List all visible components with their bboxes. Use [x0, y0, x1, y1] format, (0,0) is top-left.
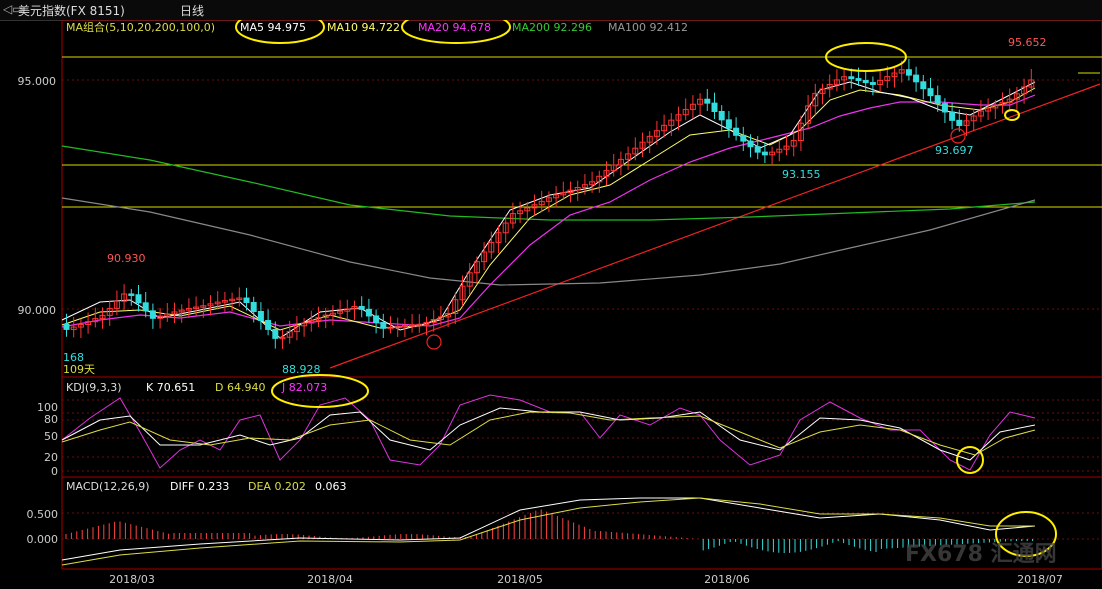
kdj-tick-50: 50 — [44, 430, 58, 443]
trend-line — [329, 83, 1101, 369]
candle-body — [718, 110, 725, 121]
kdj-k-value: K 70.651 — [146, 381, 195, 394]
candle-body — [250, 302, 257, 312]
candle-body — [380, 322, 387, 329]
candle-body — [956, 119, 963, 126]
title-bar: ◁▭ 美元指数(FX 8151) 日线 — [0, 0, 1102, 21]
candle-body — [941, 103, 948, 113]
macd-value: 0.063 — [315, 480, 347, 493]
main-panel-frame — [61, 20, 1102, 378]
kdj-tick-20: 20 — [44, 451, 58, 464]
ma10-value: MA10 94.722 — [327, 21, 400, 34]
instrument-title: 美元指数(FX 8151) — [18, 4, 125, 18]
candle-body — [905, 69, 912, 76]
price-chart: MA组合(5,10,20,200,100,0) MA5 94.975 MA10 … — [18, 20, 1102, 586]
candle-body — [869, 82, 876, 85]
x-label-jul: 2018/07 — [1017, 573, 1063, 586]
ma100-value: MA100 92.412 — [608, 21, 688, 34]
candle-body — [257, 310, 264, 321]
candle-body — [855, 78, 862, 81]
macd-diff-line — [61, 497, 1036, 561]
ma200-value: MA200 92.296 — [512, 21, 592, 34]
candle-body — [149, 310, 156, 319]
x-label-jun: 2018/06 — [704, 573, 750, 586]
candle-body — [949, 111, 956, 121]
macd-dea-value: DEA 0.202 — [248, 480, 306, 493]
candle-body — [142, 302, 149, 312]
y-tick-90: 90.000 — [18, 304, 57, 317]
candle-body — [934, 95, 941, 105]
candle-body — [243, 297, 250, 304]
candle-body — [272, 328, 279, 339]
kdj-j-line — [61, 394, 1036, 471]
candle-body — [365, 308, 372, 317]
mid-low-label: 93.155 — [782, 168, 821, 181]
candle-body — [747, 140, 754, 148]
ma5-value: MA5 94.975 — [240, 21, 306, 34]
macd-header: MACD(12,26,9) — [66, 480, 150, 493]
candle-body — [265, 319, 272, 330]
watermark: FX678 汇通网 — [905, 542, 1057, 567]
kdj-header: KDJ(9,3,3) — [66, 381, 122, 394]
candle-body — [733, 127, 740, 136]
macd-histogram — [65, 509, 1034, 553]
candle-body — [725, 119, 732, 129]
period-label[interactable]: 日线 — [180, 2, 204, 19]
candle-body — [358, 305, 365, 310]
candle-body — [740, 134, 747, 142]
x-label-may: 2018/05 — [497, 573, 543, 586]
candlesticks — [63, 58, 1035, 349]
ma20-value: MA20 94.678 — [418, 21, 491, 34]
kdj-tick-0: 0 — [51, 465, 58, 478]
candle-body — [927, 88, 934, 97]
macd-dea-line — [61, 497, 1035, 566]
candle-body — [373, 315, 380, 324]
kdj-tick-80: 80 — [44, 413, 58, 426]
edge-label-b: 109天 — [63, 363, 95, 376]
candle-body — [754, 146, 761, 153]
left-low-label: 88.928 — [282, 363, 321, 376]
trend-touch-1 — [426, 334, 442, 350]
kdj-k-line — [61, 407, 1036, 461]
high-label: 95.652 — [1008, 36, 1047, 49]
ma-group-label: MA组合(5,10,20,200,100,0) — [66, 20, 215, 34]
macd-tick-0000: 0.000 — [27, 533, 59, 546]
candle-body — [128, 293, 135, 296]
y-tick-95: 95.000 — [18, 75, 57, 88]
candle-body — [848, 76, 855, 80]
candle-body — [135, 294, 142, 304]
kdj-d-value: D 64.940 — [215, 381, 265, 394]
x-label-mar: 2018/03 — [109, 573, 155, 586]
candle-body — [711, 102, 718, 112]
right-low-label: 93.697 — [935, 144, 974, 157]
x-label-apr: 2018/04 — [307, 573, 353, 586]
candle-body — [920, 81, 927, 90]
left-high-label: 90.930 — [107, 252, 146, 265]
candle-body — [63, 323, 70, 330]
kdj-j-value: J 82.073 — [281, 381, 327, 394]
candle-body — [913, 74, 920, 83]
kdj-d-line — [61, 411, 1036, 456]
macd-tick-0500: 0.500 — [27, 508, 59, 521]
candle-body — [704, 98, 711, 104]
macd-diff-value: DIFF 0.233 — [170, 480, 229, 493]
candle-body — [862, 79, 869, 84]
candle-body — [761, 151, 768, 156]
